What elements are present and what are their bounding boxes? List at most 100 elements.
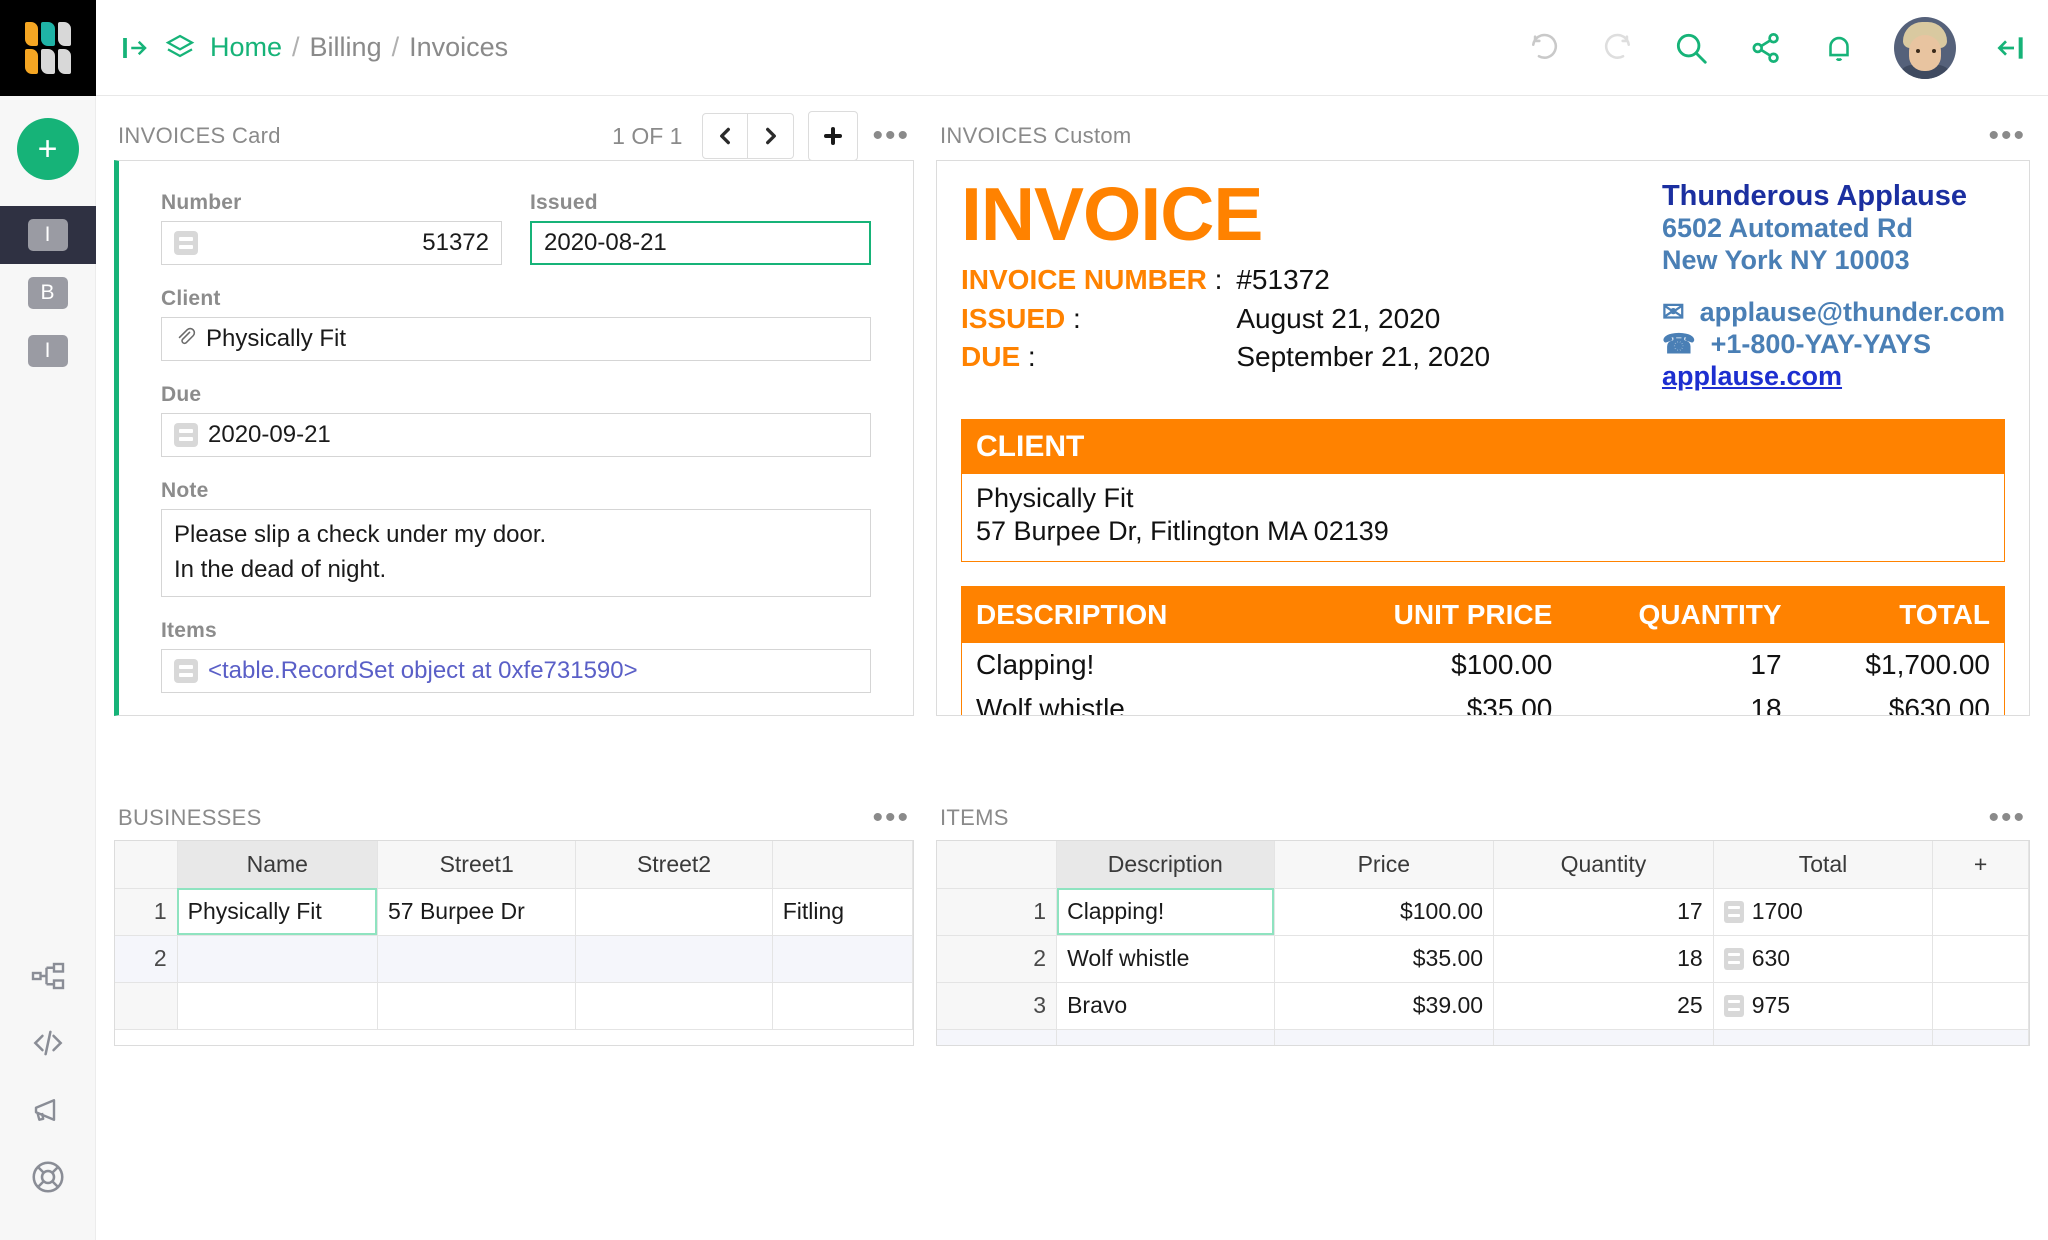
invoices-card-widget: INVOICES Card 1 OF 1 ••• Number 51372 Is…: [114, 111, 914, 716]
businesses-new-cell[interactable]: [177, 982, 378, 1030]
field-number-input[interactable]: 51372: [161, 221, 502, 265]
businesses-cell-street1[interactable]: 57 Burpee Dr: [377, 888, 577, 936]
items-new-cell[interactable]: [1056, 1029, 1275, 1045]
items-cell-description[interactable]: Clapping!: [1056, 888, 1275, 936]
invoice-client-block: CLIENT Physically Fit 57 Burpee Dr, Fitl…: [961, 418, 2005, 563]
items-cell-total[interactable]: 975: [1713, 982, 1934, 1030]
search-icon[interactable]: [1672, 29, 1710, 67]
items-cell-total[interactable]: 1700: [1713, 888, 1934, 936]
undo-icon[interactable]: [1528, 31, 1562, 65]
businesses-col-city[interactable]: [772, 841, 913, 889]
tree-icon[interactable]: [30, 958, 66, 994]
prev-record-button[interactable]: [702, 113, 749, 159]
bell-icon[interactable]: [1822, 31, 1856, 65]
items-cell-price[interactable]: $35.00: [1274, 935, 1495, 983]
grist-logo[interactable]: [0, 0, 96, 96]
share-icon[interactable]: [1748, 30, 1784, 66]
breadcrumb-separator-2: /: [391, 32, 400, 62]
items-widget-menu[interactable]: •••: [1988, 803, 2026, 833]
invoice-line-total: $630.00: [1888, 693, 1990, 716]
redo-icon[interactable]: [1600, 31, 1634, 65]
field-number: Number 51372: [161, 191, 502, 265]
custom-widget-menu[interactable]: •••: [1988, 121, 2026, 151]
add-record-button[interactable]: [808, 111, 859, 161]
items-cell-description[interactable]: Bravo: [1056, 982, 1275, 1030]
businesses-add-row[interactable]: [115, 982, 913, 1030]
businesses-new-cell[interactable]: [575, 982, 773, 1030]
code-icon[interactable]: [29, 1024, 67, 1062]
businesses-cell-street2[interactable]: [575, 935, 773, 983]
items-cell-quantity[interactable]: 18: [1493, 935, 1714, 983]
panel-open-icon[interactable]: [120, 33, 150, 63]
table-row[interactable]: 3 Bravo $39.00 25 975: [937, 982, 2029, 1030]
businesses-col-street2[interactable]: Street2: [575, 841, 773, 889]
businesses-cell-street1[interactable]: [377, 935, 577, 983]
table-row[interactable]: 1 Clapping! $100.00 17 1700: [937, 888, 2029, 936]
businesses-widget: BUSINESSES ••• Name Street1 Street2 1 Ph…: [114, 796, 914, 1046]
businesses-col-name[interactable]: Name: [177, 841, 378, 889]
formula-icon: [1723, 900, 1744, 923]
items-cell-price[interactable]: $100.00: [1274, 888, 1495, 936]
invoice-number-sep: :: [1214, 264, 1223, 296]
items-new-cell[interactable]: [1274, 1029, 1495, 1045]
businesses-row-number: 1: [115, 888, 178, 936]
table-row[interactable]: 1 Physically Fit 57 Burpee Dr Fitling: [115, 888, 913, 936]
items-add-column-button[interactable]: +: [1932, 841, 2029, 889]
field-note-input[interactable]: Please slip a check under my door. In th…: [161, 509, 871, 597]
field-number-label: Number: [161, 191, 242, 214]
items-new-cell[interactable]: [1493, 1029, 1714, 1045]
items-cell-quantity[interactable]: 17: [1493, 888, 1714, 936]
businesses-cell-name[interactable]: [177, 935, 378, 983]
panel-close-icon[interactable]: [1994, 32, 2026, 64]
sender-website-link[interactable]: applause.com: [1662, 361, 1842, 391]
layers-icon[interactable]: [164, 32, 196, 64]
breadcrumb-billing[interactable]: Billing: [310, 32, 382, 63]
sidebar-item-businesses[interactable]: B: [0, 264, 96, 322]
invoice-meta-issued: ISSUED : August 21, 2020: [961, 301, 1490, 339]
businesses-col-street1[interactable]: Street1: [377, 841, 577, 889]
items-add-row[interactable]: [937, 1029, 2029, 1045]
sidebar-item-invoices[interactable]: I: [0, 206, 96, 264]
items-cell-total[interactable]: 630: [1713, 935, 1934, 983]
table-row[interactable]: 2 Wolf whistle $35.00 18 630: [937, 935, 2029, 983]
add-new-button[interactable]: +: [16, 118, 79, 180]
items-col-quantity[interactable]: Quantity: [1493, 841, 1714, 889]
sender-email[interactable]: applause@thunder.com: [1700, 297, 2005, 327]
field-items-input[interactable]: <table.RecordSet object at 0xfe731590>: [161, 648, 871, 693]
field-issued-input[interactable]: 2020-08-21: [530, 221, 871, 265]
lifebuoy-icon[interactable]: [29, 1158, 67, 1196]
businesses-cell-name[interactable]: Physically Fit: [177, 888, 378, 936]
businesses-cell-street2[interactable]: [575, 888, 773, 936]
card-widget-menu[interactable]: •••: [872, 121, 910, 151]
businesses-new-cell[interactable]: [772, 982, 913, 1030]
field-client-input[interactable]: Physically Fit: [161, 317, 871, 361]
megaphone-icon[interactable]: [30, 1092, 66, 1128]
businesses-grid[interactable]: Name Street1 Street2 1 Physically Fit 57…: [114, 840, 914, 1046]
businesses-widget-menu[interactable]: •••: [872, 803, 910, 833]
next-record-button[interactable]: [748, 113, 795, 159]
items-cell-quantity[interactable]: 25: [1493, 982, 1714, 1030]
items-corner-cell[interactable]: [937, 841, 1058, 889]
items-new-cell[interactable]: [1713, 1029, 1934, 1045]
breadcrumb-invoices[interactable]: Invoices: [409, 32, 508, 63]
items-col-price[interactable]: Price: [1274, 841, 1495, 889]
items-cell-description[interactable]: Wolf whistle: [1056, 935, 1275, 983]
field-note: Note Please slip a check under my door. …: [161, 479, 871, 597]
sidebar-item-items[interactable]: I: [0, 322, 96, 380]
items-col-description[interactable]: Description: [1056, 841, 1275, 889]
items-cell-price[interactable]: $39.00: [1274, 982, 1495, 1030]
avatar[interactable]: [1894, 16, 1956, 79]
businesses-new-cell[interactable]: [377, 982, 577, 1030]
breadcrumb-home[interactable]: Home: [210, 32, 282, 63]
invoice-line-unit-price: $35.00: [1466, 693, 1553, 716]
items-grid[interactable]: Description Price Quantity Total + 1 Cla…: [936, 840, 2030, 1046]
field-due-input[interactable]: 2020-09-21: [161, 413, 871, 457]
items-col-total[interactable]: Total: [1713, 841, 1934, 889]
businesses-corner-cell[interactable]: [115, 841, 178, 889]
invoices-custom-widget: INVOICES Custom ••• INVOICE INVOICE NUMB…: [936, 112, 2030, 716]
businesses-cell-city[interactable]: Fitling: [772, 888, 913, 936]
businesses-cell-city[interactable]: [772, 935, 913, 983]
table-row[interactable]: 2: [115, 935, 913, 983]
left-rail: + I B I: [0, 96, 96, 1240]
field-items: Items <table.RecordSet object at 0xfe731…: [161, 619, 871, 693]
